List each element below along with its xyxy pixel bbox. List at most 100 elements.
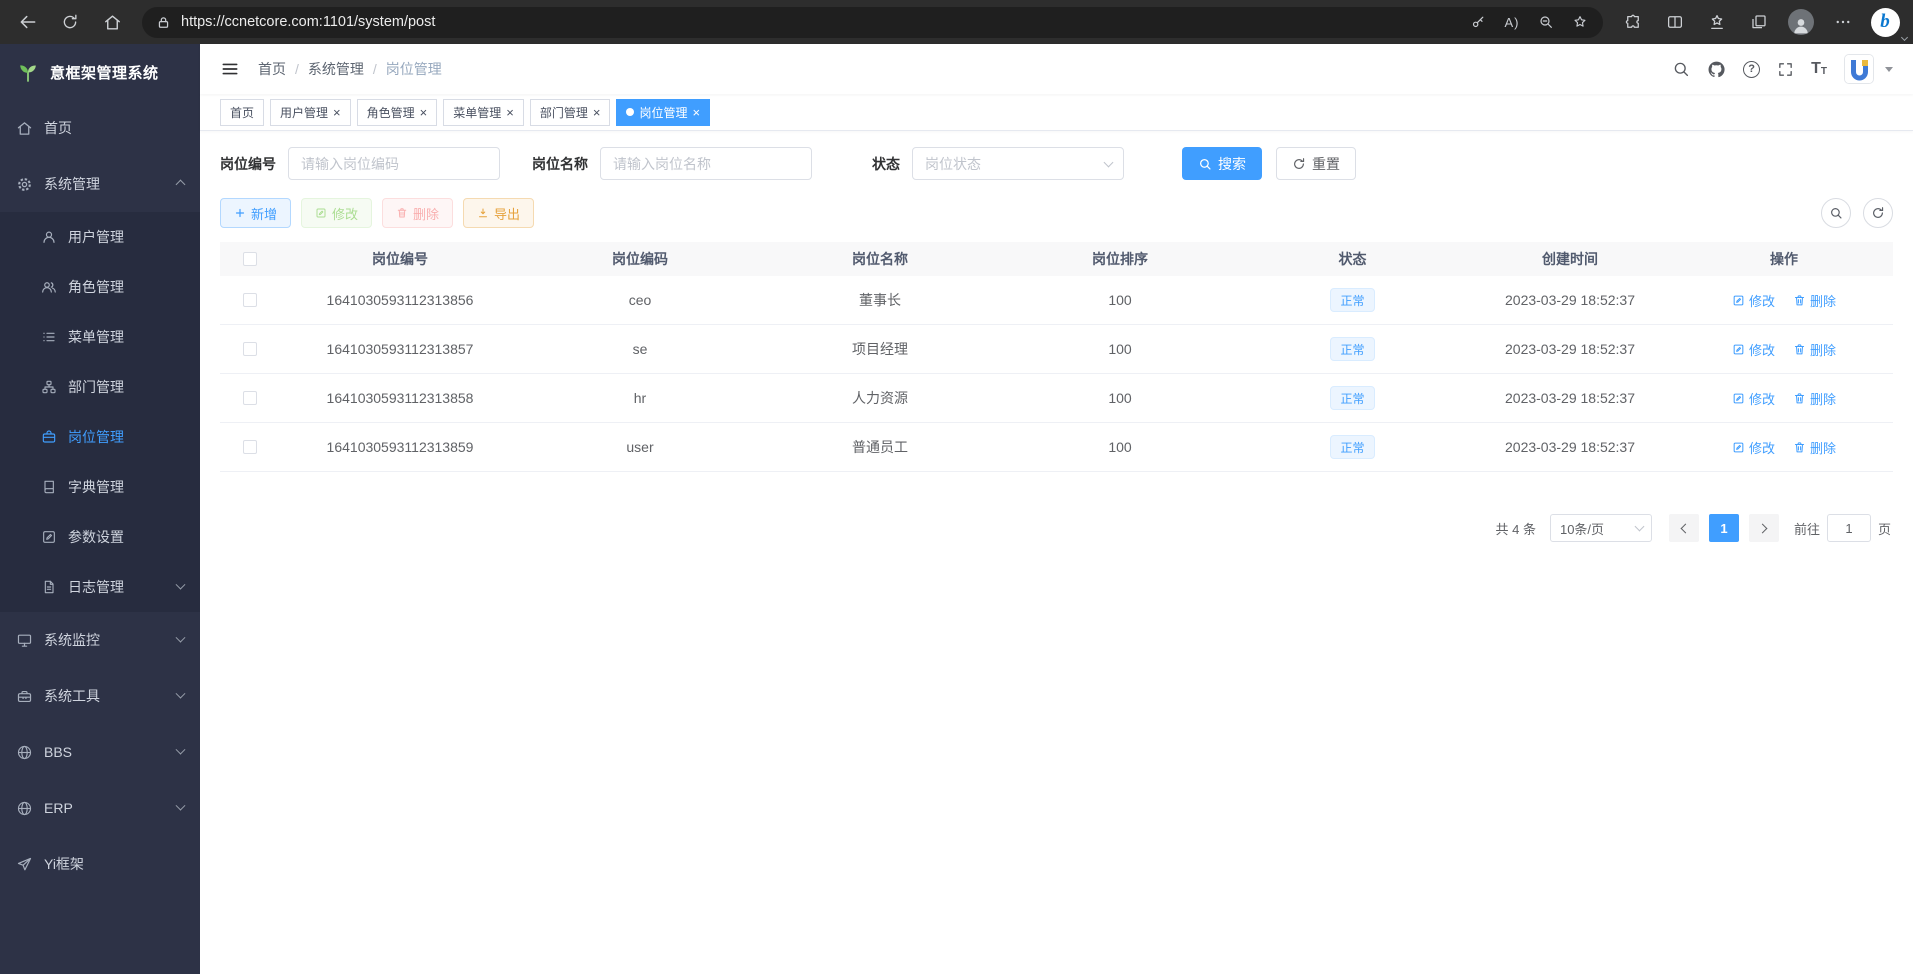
table-toolbar: 新增 修改 删除 导出 [220,198,1893,228]
breadcrumb-system[interactable]: 系统管理 [308,59,364,79]
url-text[interactable]: https://ccnetcore.com:1101/system/post [181,14,1461,30]
row-checkbox[interactable] [243,342,257,356]
tab-home[interactable]: 首页 [220,99,264,126]
bing-icon[interactable]: b [1865,4,1905,40]
row-edit-link[interactable]: 修改 [1732,389,1775,408]
cell-post-sort: 100 [1000,390,1240,406]
delete-button[interactable]: 删除 [382,198,453,228]
back-button[interactable] [8,4,48,40]
sidebar-item-yi-framework[interactable]: Yi框架 [0,836,200,892]
sidebar-item-erp[interactable]: ERP [0,780,200,836]
row-edit-link[interactable]: 修改 [1732,438,1775,457]
search-button-label: 搜索 [1218,154,1246,174]
row-edit-link[interactable]: 修改 [1732,291,1775,310]
sidebar-item-home[interactable]: 首页 [0,100,200,156]
bing-logo-letter: b [1871,8,1900,37]
row-delete-link[interactable]: 删除 [1793,389,1836,408]
paper-plane-icon [16,856,33,873]
trash-icon [1793,392,1806,405]
collections-icon[interactable] [1739,4,1779,40]
close-icon[interactable]: × [333,106,341,119]
chevron-down-icon [176,579,186,589]
font-size-small-glyph: T [1821,67,1827,77]
col-header-post-sort: 岗位排序 [1000,249,1240,269]
add-favorite-star-icon[interactable] [1563,9,1597,36]
reset-button[interactable]: 重置 [1276,147,1356,180]
page-1-button[interactable]: 1 [1709,514,1739,542]
sidebar-item-user-mgmt[interactable]: 用户管理 [0,212,200,262]
row-checkbox[interactable] [243,391,257,405]
close-icon[interactable]: × [420,106,428,119]
sidebar-item-menu-mgmt[interactable]: 菜单管理 [0,312,200,362]
row-edit-link[interactable]: 修改 [1732,340,1775,359]
caret-down-icon[interactable] [1885,67,1893,72]
tab-menu-mgmt[interactable]: 菜单管理 × [443,99,524,126]
sidebar-collapse-icon[interactable] [220,59,240,79]
search-icon[interactable] [1672,60,1690,78]
edit-link-label: 修改 [1749,438,1775,457]
read-aloud-icon[interactable]: A) [1495,9,1529,36]
search-icon [1198,157,1212,171]
address-bar[interactable]: https://ccnetcore.com:1101/system/post A… [142,7,1603,38]
status-select[interactable]: 岗位状态 [912,147,1124,180]
sidebar-item-post-mgmt[interactable]: 岗位管理 [0,412,200,462]
tab-user-mgmt[interactable]: 用户管理 × [270,99,351,126]
refresh-icon [1292,157,1306,171]
next-page-button[interactable] [1749,514,1779,542]
tab-role-mgmt[interactable]: 角色管理 × [357,99,438,126]
close-icon[interactable]: × [692,106,700,119]
sidebar-item-system-monitor[interactable]: 系统监控 [0,612,200,668]
sidebar-item-role-mgmt[interactable]: 角色管理 [0,262,200,312]
refresh-button[interactable] [50,4,90,40]
sidebar-item-dept-mgmt[interactable]: 部门管理 [0,362,200,412]
github-icon[interactable] [1707,60,1726,79]
page-size-select[interactable]: 10条/页 [1550,514,1652,542]
fullscreen-icon[interactable] [1777,61,1794,78]
sidebar-item-system-tools[interactable]: 系统工具 [0,668,200,724]
select-all-checkbox[interactable] [243,252,257,266]
row-delete-link[interactable]: 删除 [1793,340,1836,359]
tree-table-icon [40,329,57,346]
chevron-down-icon [176,800,186,810]
cell-create-time: 2023-03-29 18:52:37 [1465,439,1675,455]
favorites-icon[interactable] [1697,4,1737,40]
tab-dept-mgmt[interactable]: 部门管理 × [530,99,611,126]
toggle-search-button[interactable] [1821,198,1851,228]
row-checkbox[interactable] [243,440,257,454]
close-icon[interactable]: × [506,106,514,119]
breadcrumb-home[interactable]: 首页 [258,59,286,79]
app-logo[interactable]: 意框架管理系统 [0,44,200,100]
extensions-icon[interactable] [1613,4,1653,40]
row-delete-link[interactable]: 删除 [1793,291,1836,310]
tab-post-mgmt[interactable]: 岗位管理 × [616,99,710,126]
profile-avatar[interactable] [1781,4,1821,40]
plus-icon [234,207,246,219]
prev-page-button[interactable] [1669,514,1699,542]
browser-menu-icon[interactable] [1823,4,1863,40]
refresh-table-button[interactable] [1863,198,1893,228]
home-button[interactable] [92,4,132,40]
sidebar-item-dict-mgmt[interactable]: 字典管理 [0,462,200,512]
sidebar-item-bbs[interactable]: BBS [0,724,200,780]
password-key-icon[interactable] [1461,9,1495,36]
post-name-input[interactable] [600,147,812,180]
font-size-icon[interactable]: TT [1811,61,1827,77]
search-button[interactable]: 搜索 [1182,147,1262,180]
add-button[interactable]: 新增 [220,198,291,228]
zoom-out-icon[interactable] [1529,9,1563,36]
close-icon[interactable]: × [593,106,601,119]
row-delete-link[interactable]: 删除 [1793,438,1836,457]
post-code-input[interactable] [288,147,500,180]
help-icon[interactable]: ? [1743,61,1760,78]
sidebar-item-log-mgmt[interactable]: 日志管理 [0,562,200,612]
user-avatar[interactable] [1844,54,1874,84]
sidebar-item-system-mgmt[interactable]: 系统管理 [0,156,200,212]
tab-label: 岗位管理 [639,104,687,121]
row-checkbox[interactable] [243,293,257,307]
split-screen-icon[interactable] [1655,4,1695,40]
edit-button[interactable]: 修改 [301,198,372,228]
sidebar-item-param-settings[interactable]: 参数设置 [0,512,200,562]
export-button[interactable]: 导出 [463,198,534,228]
goto-page-input[interactable] [1827,514,1871,542]
cell-post-name: 项目经理 [760,339,1000,359]
